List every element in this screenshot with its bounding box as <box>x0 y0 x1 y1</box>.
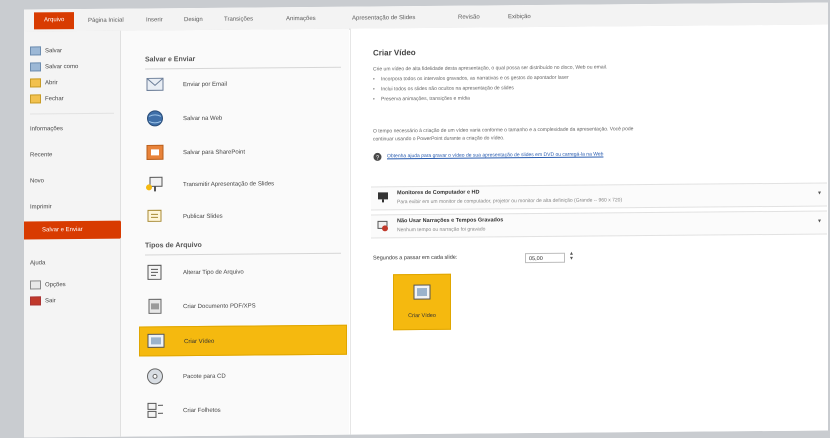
options-icon <box>30 280 41 290</box>
nav-divider <box>30 112 114 115</box>
nav-save[interactable]: Salvar <box>30 45 62 57</box>
chevron-down-icon: ▾ <box>817 218 821 225</box>
create-video-button-label: Criar Vídeo <box>408 312 436 320</box>
change-file-type-label: Alterar Tipo de Arquivo <box>183 269 244 277</box>
sharepoint-icon <box>146 144 164 160</box>
bullet-item: Incorpora todos os intervalos gravados, … <box>381 75 569 83</box>
save-sharepoint-label: Salvar para SharePoint <box>183 149 246 157</box>
create-video-button[interactable]: Criar Vídeo <box>393 273 451 331</box>
narration-title: Não Usar Narrações e Tempos Gravados <box>397 217 504 225</box>
nav-recent[interactable]: Recente <box>30 149 52 161</box>
create-pdf-label: Criar Documento PDF/XPS <box>183 303 256 311</box>
help-link[interactable]: Obtenha ajuda para gravar o vídeo de sua… <box>387 151 603 159</box>
tab-design[interactable]: Design <box>184 12 203 28</box>
nav-exit-label: Sair <box>45 298 56 305</box>
close-folder-icon <box>30 94 41 104</box>
tab-file[interactable]: Arquivo <box>34 12 75 30</box>
cd-icon <box>147 368 163 385</box>
seconds-per-slide-input[interactable]: 05,00 <box>525 252 565 264</box>
tab-insert[interactable]: Inserir <box>146 12 163 28</box>
send-email-label: Enviar por Email <box>183 81 228 89</box>
broadcast-slideshow-label: Transmitir Apresentação de Slides <box>183 181 275 189</box>
publish-slides-item[interactable]: Publicar Slides <box>139 201 347 233</box>
broadcast-icon <box>146 176 163 192</box>
seconds-spinner-arrows[interactable]: ▲ ▼ <box>569 251 574 262</box>
section-save-send-heading: Salvar e Enviar <box>145 56 196 64</box>
seconds-label: Segundos a passar em cada slide: <box>373 254 458 262</box>
nav-options-label: Opções <box>45 282 66 289</box>
create-handouts-label: Criar Folhetos <box>183 407 221 415</box>
nav-close-label: Fechar <box>45 96 64 103</box>
nav-close[interactable]: Fechar <box>30 93 64 105</box>
video-quality-desc: Para exibir em um monitor de computador,… <box>397 197 623 206</box>
time-note-continued: continuar usando o PowerPoint durante a … <box>373 135 505 143</box>
monitor-icon <box>378 192 388 203</box>
save-sharepoint-item[interactable]: Salvar para SharePoint <box>139 137 347 169</box>
nav-save-and-send[interactable]: Salvar e Enviar <box>24 220 120 240</box>
save-web-item[interactable]: Salvar na Web <box>139 103 347 135</box>
change-file-type-icon <box>147 264 162 280</box>
bullet-item: Preserva animações, transições e mídia <box>381 96 470 103</box>
backstage-window: Arquivo Página Inicial Inserir Design Tr… <box>24 2 828 438</box>
change-file-type-item[interactable]: Alterar Tipo de Arquivo <box>139 257 347 289</box>
bullet-item: Inclui todos os slides não ocultos na ap… <box>381 85 514 92</box>
exit-icon <box>30 296 41 306</box>
globe-icon <box>147 110 163 127</box>
save-web-label: Salvar na Web <box>183 115 223 123</box>
nav-save-label: Salvar <box>45 48 63 55</box>
tab-transitions[interactable]: Transições <box>224 12 253 28</box>
save-send-options: Salvar e Enviar Enviar por Email Salvar … <box>121 28 349 437</box>
video-icon <box>147 333 165 348</box>
nav-info[interactable]: Informações <box>30 123 63 135</box>
create-video-intro: Crie um vídeo de alta fidelidade desta a… <box>373 64 608 73</box>
create-video-icon <box>413 284 431 300</box>
narration-dropdown[interactable]: Não Usar Narrações e Tempos Gravados Nen… <box>371 210 827 239</box>
narration-icon <box>377 220 388 232</box>
narration-desc: Nenhum tempo ou narração foi gravado <box>397 226 486 234</box>
nav-print[interactable]: Imprimir <box>30 201 52 213</box>
package-cd-label: Pacote para CD <box>183 373 226 381</box>
create-video-title: Criar Vídeo <box>373 48 416 58</box>
nav-help[interactable]: Ajuda <box>30 257 45 269</box>
chevron-down-icon: ▾ <box>817 190 821 197</box>
save-as-icon <box>30 62 41 72</box>
tab-slideshow[interactable]: Apresentação de Slides <box>352 10 415 27</box>
nav-save-as[interactable]: Salvar como <box>30 61 78 73</box>
nav-open-label: Abrir <box>45 80 58 87</box>
section-divider <box>145 252 341 256</box>
send-email-item[interactable]: Enviar por Email <box>139 69 347 101</box>
publish-slides-icon <box>147 209 162 222</box>
video-quality-dropdown[interactable]: Monitores de Computador e HD Para exibir… <box>371 182 827 211</box>
video-quality-title: Monitores de Computador e HD <box>397 189 480 197</box>
nav-exit[interactable]: Sair <box>30 295 56 307</box>
save-icon <box>30 46 41 56</box>
broadcast-slideshow-item[interactable]: Transmitir Apresentação de Slides <box>139 169 347 201</box>
backstage-nav: Salvar Salvar como Abrir Fechar Informaç… <box>24 30 121 438</box>
nav-options[interactable]: Opções <box>30 279 66 291</box>
tab-animations[interactable]: Animações <box>286 11 316 27</box>
handouts-icon <box>147 402 163 418</box>
create-video-label: Criar Vídeo <box>184 338 215 346</box>
package-cd-item[interactable]: Pacote para CD <box>139 361 347 393</box>
nav-open[interactable]: Abrir <box>30 77 58 89</box>
pdf-document-icon <box>148 298 162 314</box>
open-folder-icon <box>30 78 41 88</box>
tab-home[interactable]: Página Inicial <box>88 13 124 29</box>
create-pdf-item[interactable]: Criar Documento PDF/XPS <box>139 291 347 323</box>
tab-view[interactable]: Exibição <box>508 9 531 25</box>
create-video-pane: Criar Vídeo Crie um vídeo de alta fideli… <box>350 24 828 435</box>
create-handouts-item[interactable]: Criar Folhetos <box>139 395 347 427</box>
time-note: O tempo necessário à criação de um vídeo… <box>373 126 634 135</box>
nav-new[interactable]: Novo <box>30 175 44 187</box>
tab-review[interactable]: Revisão <box>458 10 480 26</box>
email-icon <box>146 77 164 91</box>
publish-slides-label: Publicar Slides <box>183 213 223 221</box>
help-icon: ? <box>373 152 382 161</box>
create-video-item[interactable]: Criar Vídeo <box>139 324 347 357</box>
nav-save-as-label: Salvar como <box>45 64 79 71</box>
section-file-types-heading: Tipos de Arquivo <box>145 241 202 250</box>
